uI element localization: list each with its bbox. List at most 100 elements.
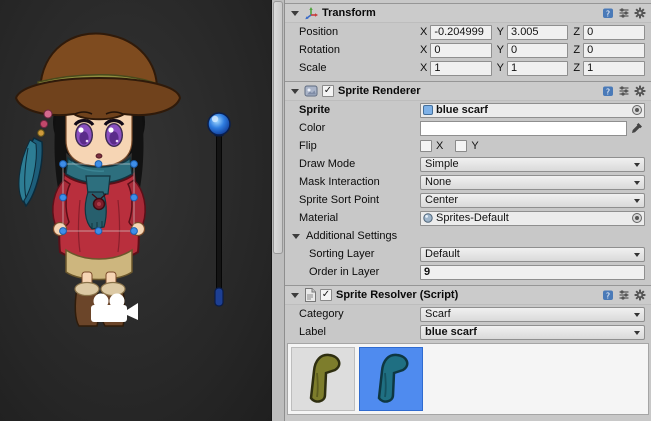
- eyedropper-button[interactable]: [629, 120, 645, 136]
- sprite-variant-strip: [287, 343, 649, 415]
- color-row: Color: [285, 119, 651, 137]
- sprite-resolver-header[interactable]: ✓ Sprite Resolver (Script) ?: [285, 285, 651, 305]
- gear-icon[interactable]: [634, 85, 646, 97]
- sprite-renderer-enabled-checkbox[interactable]: ✓: [322, 85, 334, 97]
- axis-y-label: Y: [497, 44, 504, 56]
- additional-settings-foldout-icon[interactable]: [292, 234, 300, 239]
- draw-mode-dropdown[interactable]: Simple: [420, 157, 645, 172]
- material-value: Sprites-Default: [436, 212, 509, 224]
- material-row: Material Sprites-Default: [285, 209, 651, 227]
- help-icon[interactable]: ?: [602, 85, 614, 97]
- axis-y-label: Y: [497, 26, 504, 38]
- sprite-resolver-enabled-checkbox[interactable]: ✓: [320, 289, 332, 301]
- unity-editor-window: Transform ?: [0, 0, 651, 421]
- sorting-layer-row: Sorting Layer Default: [285, 245, 651, 263]
- object-picker-icon[interactable]: [632, 213, 642, 223]
- scale-x-input[interactable]: [430, 61, 491, 76]
- rotation-row: Rotation X Y Z: [285, 41, 651, 59]
- sprite-sort-point-dropdown[interactable]: Center: [420, 193, 645, 208]
- sprite-thumb-icon: [423, 105, 433, 115]
- additional-settings-foldout[interactable]: Additional Settings: [285, 227, 651, 245]
- material-object-field[interactable]: Sprites-Default: [420, 211, 645, 226]
- svg-text:?: ?: [606, 87, 610, 96]
- sprite-variant-blue-scarf-selected[interactable]: [359, 347, 423, 411]
- sprite-sort-point-label: Sprite Sort Point: [299, 194, 420, 206]
- position-row: Position X Y Z: [285, 23, 651, 41]
- sprite-resolver-foldout-icon[interactable]: [291, 293, 299, 298]
- draw-mode-label: Draw Mode: [299, 158, 420, 170]
- mask-interaction-value: None: [425, 176, 451, 188]
- rotation-z-input[interactable]: [583, 43, 645, 58]
- axis-x-label: X: [420, 44, 427, 56]
- flip-x-checkbox[interactable]: [420, 140, 432, 152]
- category-row: Category Scarf: [285, 305, 651, 323]
- sprite-row: Sprite blue scarf: [285, 101, 651, 119]
- sprite-sort-point-row: Sprite Sort Point Center: [285, 191, 651, 209]
- rotation-x-input[interactable]: [430, 43, 491, 58]
- color-swatch[interactable]: [420, 121, 627, 136]
- material-label: Material: [299, 212, 420, 224]
- sprite-resolver-title: Sprite Resolver (Script): [336, 289, 458, 301]
- draw-mode-row: Draw Mode Simple: [285, 155, 651, 173]
- scale-label: Scale: [299, 62, 420, 74]
- additional-settings-label: Additional Settings: [306, 230, 397, 242]
- scrollbar-thumb[interactable]: [273, 1, 283, 254]
- rotation-y-input[interactable]: [507, 43, 568, 58]
- order-in-layer-row: Order in Layer: [285, 263, 651, 281]
- svg-text:?: ?: [606, 9, 610, 18]
- sorting-layer-dropdown[interactable]: Default: [420, 247, 645, 262]
- chevron-down-icon: [634, 253, 640, 257]
- sprite-value: blue scarf: [436, 104, 488, 116]
- scale-y-input[interactable]: [507, 61, 568, 76]
- flip-y-checkbox[interactable]: [455, 140, 467, 152]
- category-dropdown[interactable]: Scarf: [420, 307, 645, 322]
- mask-interaction-row: Mask Interaction None: [285, 173, 651, 191]
- gear-icon[interactable]: [634, 7, 646, 19]
- sprite-variant-green-scarf[interactable]: [291, 347, 355, 411]
- axis-x-label: X: [420, 26, 427, 38]
- position-y-input[interactable]: [507, 25, 568, 40]
- gear-icon[interactable]: [634, 289, 646, 301]
- transform-foldout-icon[interactable]: [291, 11, 299, 16]
- sprite-renderer-icon: [304, 84, 318, 98]
- axis-y-label: Y: [497, 62, 504, 74]
- label-dropdown[interactable]: blue scarf: [420, 325, 645, 340]
- chevron-down-icon: [634, 313, 640, 317]
- order-in-layer-input[interactable]: [420, 265, 645, 280]
- sprite-renderer-foldout-icon[interactable]: [291, 89, 299, 94]
- object-picker-icon[interactable]: [632, 105, 642, 115]
- category-value: Scarf: [425, 308, 451, 320]
- eyedropper-icon: [631, 122, 643, 134]
- sprite-object-field[interactable]: blue scarf: [420, 103, 645, 118]
- presets-icon[interactable]: [618, 85, 630, 97]
- position-z-input[interactable]: [583, 25, 645, 40]
- inspector-scrollbar[interactable]: [272, 0, 285, 421]
- label-row: Label blue scarf: [285, 323, 651, 341]
- axis-z-label: Z: [573, 62, 580, 74]
- hat-feather: [19, 110, 52, 206]
- presets-icon[interactable]: [618, 7, 630, 19]
- scale-z-input[interactable]: [583, 61, 645, 76]
- help-icon[interactable]: ?: [602, 7, 614, 19]
- presets-icon[interactable]: [618, 289, 630, 301]
- axis-x-label: X: [420, 62, 427, 74]
- staff-sprite[interactable]: [208, 113, 230, 306]
- scene-canvas: [0, 0, 272, 421]
- scale-row: Scale X Y Z: [285, 59, 651, 77]
- hat: [16, 33, 180, 119]
- draw-mode-value: Simple: [425, 158, 459, 170]
- sprite-renderer-title: Sprite Renderer: [338, 85, 421, 97]
- mask-interaction-dropdown[interactable]: None: [420, 175, 645, 190]
- transform-icon: [304, 6, 318, 20]
- character-sprite[interactable]: [16, 33, 180, 326]
- sprite-renderer-header[interactable]: ✓ Sprite Renderer ?: [285, 81, 651, 101]
- sprite-sort-point-value: Center: [425, 194, 458, 206]
- camera-gizmo-icon[interactable]: [91, 294, 138, 323]
- blue-scarf-icon: [365, 351, 417, 407]
- scene-view[interactable]: [0, 0, 272, 421]
- transform-header[interactable]: Transform ?: [285, 3, 651, 23]
- help-icon[interactable]: ?: [602, 289, 614, 301]
- position-label: Position: [299, 26, 420, 38]
- chevron-down-icon: [634, 199, 640, 203]
- position-x-input[interactable]: [430, 25, 491, 40]
